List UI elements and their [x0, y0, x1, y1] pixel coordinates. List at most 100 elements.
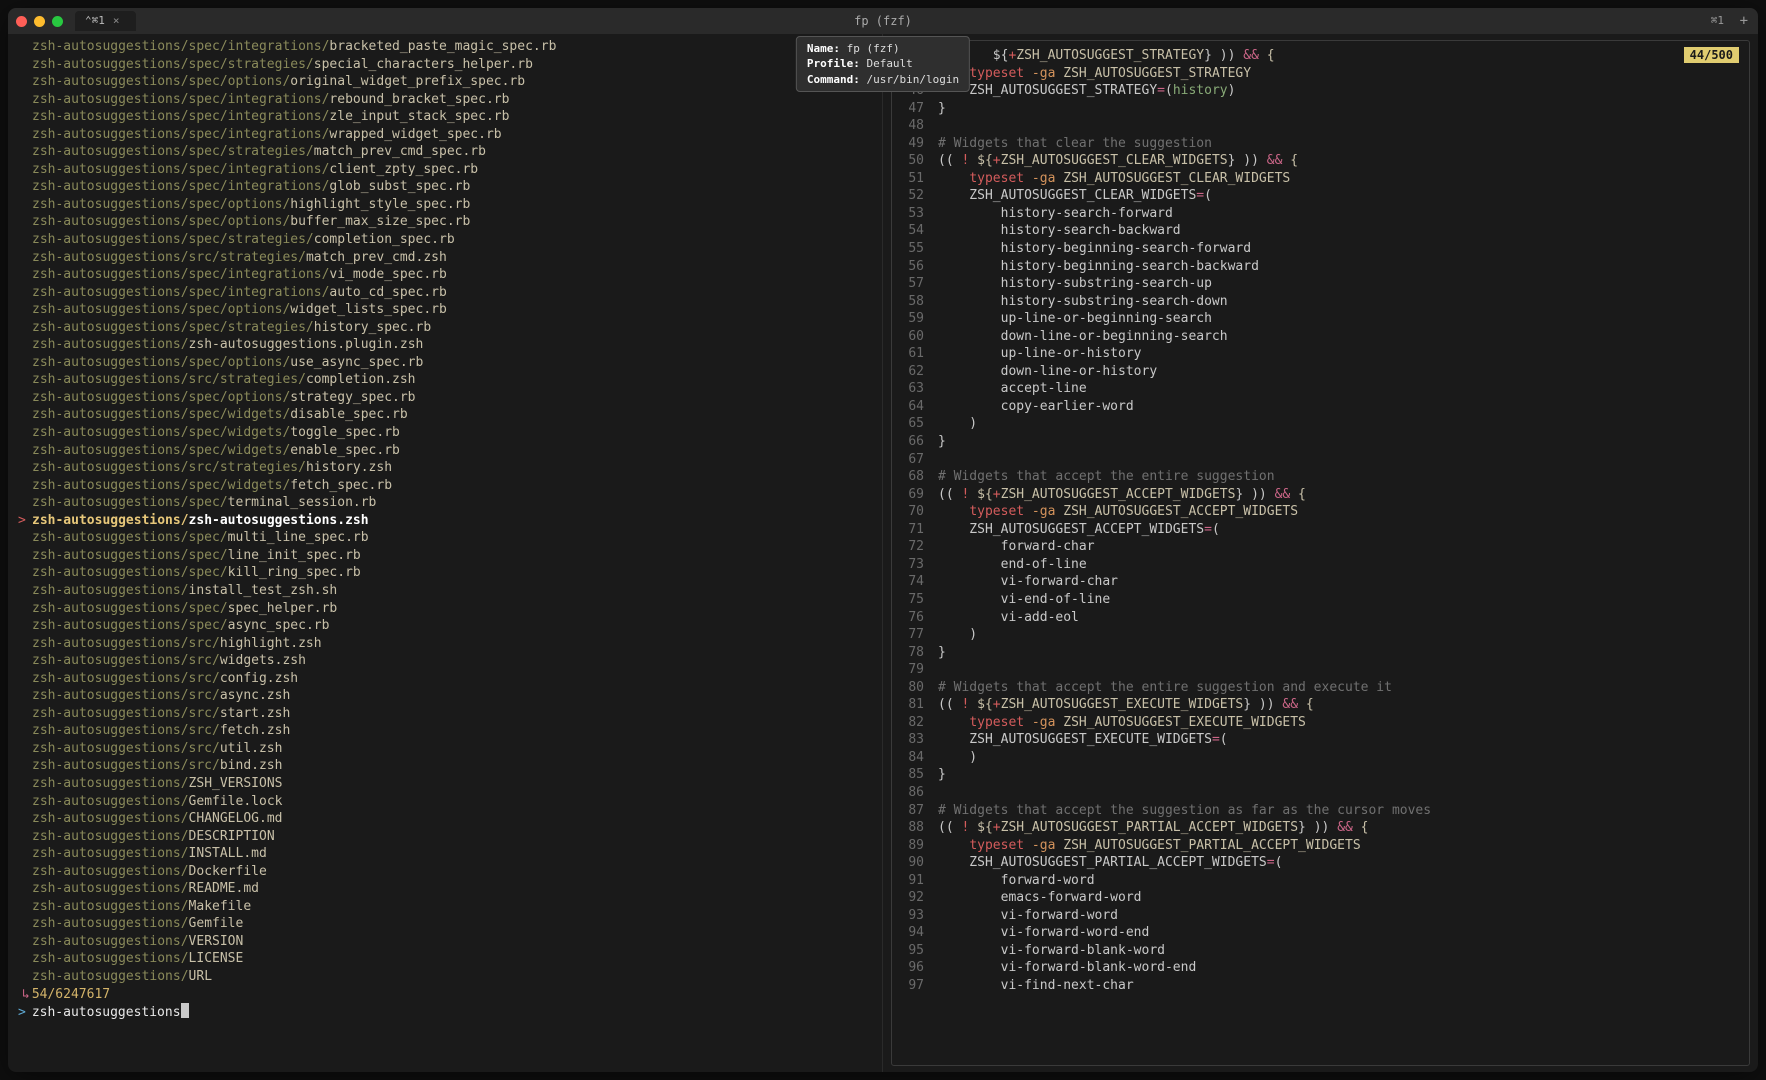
- selection-marker-icon: [18, 564, 32, 582]
- list-item[interactable]: zsh-autosuggestions/Gemfile: [18, 915, 872, 933]
- path-dir: zsh-autosuggestions/spec/integrations/: [32, 266, 329, 284]
- list-item[interactable]: zsh-autosuggestions/spec/terminal_sessio…: [18, 494, 872, 512]
- preview-box[interactable]: 44/500 ${+ZSH_AUTOSUGGEST_STRATEGY} )) &…: [891, 40, 1750, 1066]
- path-dir: zsh-autosuggestions/: [32, 915, 189, 933]
- list-item[interactable]: zsh-autosuggestions/Gemfile.lock: [18, 793, 872, 811]
- selection-marker-icon: [18, 231, 32, 249]
- list-item[interactable]: zsh-autosuggestions/src/start.zsh: [18, 705, 872, 723]
- line-number: 48: [898, 117, 938, 135]
- close-icon[interactable]: [16, 16, 27, 27]
- path-dir: zsh-autosuggestions/spec/: [32, 547, 228, 565]
- path-dir: zsh-autosuggestions/src/strategies/: [32, 249, 306, 267]
- list-item[interactable]: zsh-autosuggestions/src/highlight.zsh: [18, 635, 872, 653]
- code-line: 92 emacs-forward-word: [898, 889, 1739, 907]
- list-item[interactable]: zsh-autosuggestions/zsh-autosuggestions.…: [18, 336, 872, 354]
- list-item[interactable]: zsh-autosuggestions/Dockerfile: [18, 863, 872, 881]
- list-item[interactable]: zsh-autosuggestions/src/fetch.zsh: [18, 722, 872, 740]
- list-item[interactable]: zsh-autosuggestions/spec/multi_line_spec…: [18, 529, 872, 547]
- list-item[interactable]: > zsh-autosuggestions/zsh-autosuggestion…: [18, 512, 872, 530]
- path-dir: zsh-autosuggestions/src/: [32, 722, 220, 740]
- list-item[interactable]: zsh-autosuggestions/README.md: [18, 880, 872, 898]
- list-item[interactable]: zsh-autosuggestions/src/widgets.zsh: [18, 652, 872, 670]
- list-item[interactable]: zsh-autosuggestions/spec/integrations/cl…: [18, 161, 872, 179]
- list-item[interactable]: zsh-autosuggestions/spec/line_init_spec.…: [18, 547, 872, 565]
- list-item[interactable]: zsh-autosuggestions/spec/widgets/fetch_s…: [18, 477, 872, 495]
- list-item[interactable]: zsh-autosuggestions/spec/strategies/spec…: [18, 56, 872, 74]
- line-number: 47: [898, 100, 938, 118]
- fzf-file-list[interactable]: zsh-autosuggestions/spec/integrations/br…: [8, 34, 883, 1072]
- minimize-icon[interactable]: [34, 16, 45, 27]
- code-text: history-beginning-search-backward: [938, 258, 1739, 276]
- list-item[interactable]: zsh-autosuggestions/spec/integrations/br…: [18, 38, 872, 56]
- code-line: 81(( ! ${+ZSH_AUTOSUGGEST_EXECUTE_WIDGET…: [898, 696, 1739, 714]
- list-item[interactable]: zsh-autosuggestions/VERSION: [18, 933, 872, 951]
- code-text: history-substring-search-down: [938, 293, 1739, 311]
- line-number: 69: [898, 486, 938, 504]
- list-item[interactable]: zsh-autosuggestions/spec/integrations/gl…: [18, 178, 872, 196]
- selection-marker-icon: [18, 266, 32, 284]
- list-item[interactable]: zsh-autosuggestions/install_test_zsh.sh: [18, 582, 872, 600]
- window-title: fp (fzf): [854, 13, 912, 29]
- selection-marker-icon: [18, 600, 32, 618]
- code-text: history-substring-search-up: [938, 275, 1739, 293]
- new-tab-button[interactable]: +: [1740, 12, 1748, 31]
- search-input[interactable]: zsh-autosuggestions: [32, 1005, 181, 1020]
- list-item[interactable]: zsh-autosuggestions/spec/strategies/hist…: [18, 319, 872, 337]
- list-item[interactable]: zsh-autosuggestions/src/util.zsh: [18, 740, 872, 758]
- fzf-prompt[interactable]: >zsh-autosuggestions: [18, 1003, 872, 1022]
- close-tab-icon[interactable]: ×: [113, 14, 120, 29]
- code-line: 62 down-line-or-history: [898, 363, 1739, 381]
- list-item[interactable]: zsh-autosuggestions/DESCRIPTION: [18, 828, 872, 846]
- selection-marker-icon: [18, 336, 32, 354]
- code-text: }: [938, 433, 1739, 451]
- list-item[interactable]: zsh-autosuggestions/spec/integrations/wr…: [18, 126, 872, 144]
- list-item[interactable]: zsh-autosuggestions/spec/widgets/disable…: [18, 406, 872, 424]
- path-file: history_spec.rb: [314, 319, 431, 337]
- list-item[interactable]: zsh-autosuggestions/src/config.zsh: [18, 670, 872, 688]
- list-item[interactable]: zsh-autosuggestions/CHANGELOG.md: [18, 810, 872, 828]
- titlebar: ⌃⌘1 × fp (fzf) ⌘1 +: [8, 8, 1758, 34]
- list-item[interactable]: zsh-autosuggestions/URL: [18, 968, 872, 986]
- list-item[interactable]: zsh-autosuggestions/spec/options/buffer_…: [18, 213, 872, 231]
- list-item[interactable]: zsh-autosuggestions/spec/options/widget_…: [18, 301, 872, 319]
- selection-marker-icon: [18, 301, 32, 319]
- list-item[interactable]: zsh-autosuggestions/spec/async_spec.rb: [18, 617, 872, 635]
- code-line: 53 history-search-forward: [898, 205, 1739, 223]
- selection-marker-icon: [18, 740, 32, 758]
- list-item[interactable]: zsh-autosuggestions/spec/widgets/enable_…: [18, 442, 872, 460]
- list-item[interactable]: zsh-autosuggestions/Makefile: [18, 898, 872, 916]
- path-file: ZSH_VERSIONS: [189, 775, 283, 793]
- list-item[interactable]: zsh-autosuggestions/src/strategies/match…: [18, 249, 872, 267]
- list-item[interactable]: zsh-autosuggestions/spec/widgets/toggle_…: [18, 424, 872, 442]
- list-item[interactable]: zsh-autosuggestions/spec/kill_ring_spec.…: [18, 564, 872, 582]
- terminal-window: ⌃⌘1 × fp (fzf) ⌘1 + Name: fp (fzf) Profi…: [8, 8, 1758, 1072]
- selection-marker-icon: [18, 529, 32, 547]
- list-item[interactable]: zsh-autosuggestions/spec/options/highlig…: [18, 196, 872, 214]
- list-item[interactable]: zsh-autosuggestions/ZSH_VERSIONS: [18, 775, 872, 793]
- code-line: 72 forward-char: [898, 538, 1739, 556]
- list-item[interactable]: zsh-autosuggestions/spec/options/origina…: [18, 73, 872, 91]
- list-item[interactable]: zsh-autosuggestions/src/bind.zsh: [18, 757, 872, 775]
- list-item[interactable]: zsh-autosuggestions/spec/spec_helper.rb: [18, 600, 872, 618]
- list-item[interactable]: zsh-autosuggestions/src/strategies/histo…: [18, 459, 872, 477]
- code-text: vi-end-of-line: [938, 591, 1739, 609]
- list-item[interactable]: zsh-autosuggestions/src/async.zsh: [18, 687, 872, 705]
- list-item[interactable]: zsh-autosuggestions/spec/integrations/zl…: [18, 108, 872, 126]
- list-item[interactable]: zsh-autosuggestions/spec/strategies/matc…: [18, 143, 872, 161]
- path-dir: zsh-autosuggestions/src/: [32, 757, 220, 775]
- list-item[interactable]: zsh-autosuggestions/spec/strategies/comp…: [18, 231, 872, 249]
- list-item[interactable]: zsh-autosuggestions/spec/integrations/re…: [18, 91, 872, 109]
- path-file: wrapped_widget_spec.rb: [329, 126, 501, 144]
- list-item[interactable]: zsh-autosuggestions/spec/integrations/vi…: [18, 266, 872, 284]
- list-item[interactable]: zsh-autosuggestions/spec/options/strateg…: [18, 389, 872, 407]
- list-item[interactable]: zsh-autosuggestions/INSTALL.md: [18, 845, 872, 863]
- code-text: copy-earlier-word: [938, 398, 1739, 416]
- list-item[interactable]: zsh-autosuggestions/src/strategies/compl…: [18, 371, 872, 389]
- zoom-icon[interactable]: [52, 16, 63, 27]
- tab[interactable]: ⌃⌘1 ×: [75, 11, 136, 32]
- path-dir: zsh-autosuggestions/: [32, 898, 189, 916]
- list-item[interactable]: zsh-autosuggestions/spec/integrations/au…: [18, 284, 872, 302]
- selection-marker-icon: [18, 494, 32, 512]
- list-item[interactable]: zsh-autosuggestions/spec/options/use_asy…: [18, 354, 872, 372]
- list-item[interactable]: zsh-autosuggestions/LICENSE: [18, 950, 872, 968]
